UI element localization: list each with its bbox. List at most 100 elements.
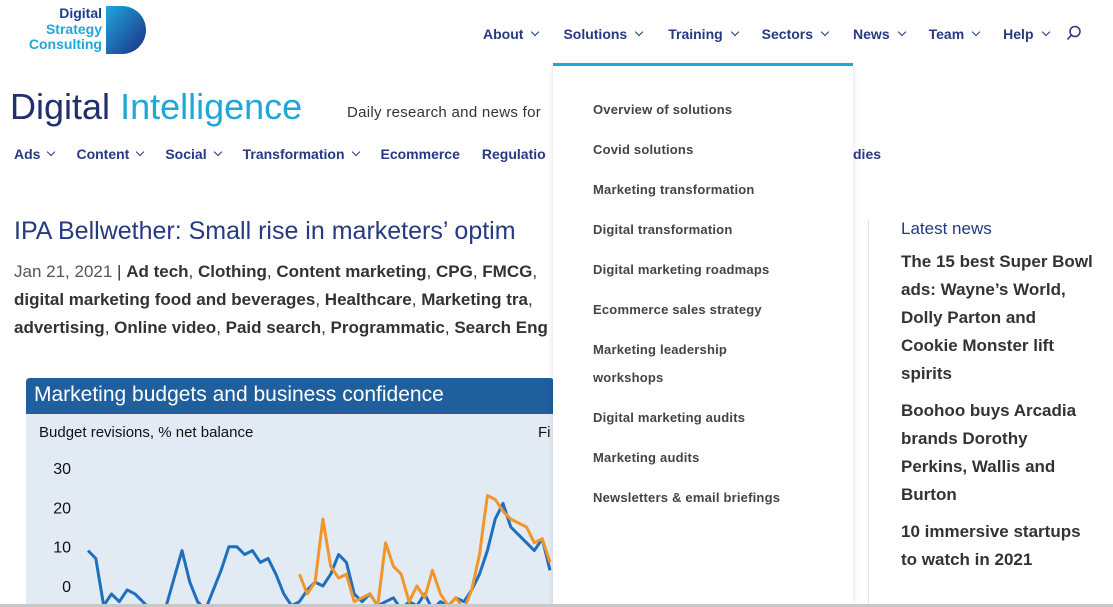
subnav-item-label: Social <box>165 146 207 162</box>
tag-separator: , <box>315 290 325 309</box>
nav-item-label: Sectors <box>761 26 814 42</box>
section-brand-title[interactable]: Digital Intelligence <box>10 86 302 128</box>
subnav-item-ecommerce[interactable]: Ecommerce <box>381 146 460 162</box>
logo-line-3: Consulting <box>28 36 102 52</box>
y-tick-label: 10 <box>53 540 71 557</box>
search-icon[interactable] <box>1066 25 1082 41</box>
nav-item-label: Training <box>668 26 723 42</box>
chevron-down-icon <box>213 147 222 157</box>
logo-line-1: Digital <box>59 5 102 21</box>
dropdown-item-digital-transformation[interactable]: Digital transformation <box>593 216 783 244</box>
article-chart-image: Marketing budgets and business confidenc… <box>26 378 554 607</box>
article-tag-link[interactable]: CPG <box>436 262 473 281</box>
dropdown-item-digital-marketing-audits[interactable]: Digital marketing audits <box>593 404 783 432</box>
subnav-item-regulatio[interactable]: Regulatio <box>482 146 546 162</box>
nav-item-sectors[interactable]: Sectors <box>761 24 830 44</box>
latest-news-item[interactable]: 10 immersive startups to watch in 2021 <box>901 518 1096 574</box>
category-navigation: Ads Content Social Transformation Ecommerce R… <box>14 146 568 162</box>
article-meta: Jan 21, 2021 | Ad tech, Clothing, Conten… <box>14 258 574 342</box>
chevron-down-icon <box>971 27 981 37</box>
sidebar-divider <box>868 220 869 607</box>
article-tag-link[interactable]: Online video <box>114 318 216 337</box>
brand-tagline: Daily research and news for <box>347 104 542 121</box>
nav-item-label: News <box>853 26 890 42</box>
tag-separator: , <box>472 262 483 281</box>
y-tick-label: 30 <box>53 461 71 478</box>
nav-item-news[interactable]: News <box>853 24 906 44</box>
chevron-down-icon <box>897 27 906 37</box>
nav-item-about[interactable]: About <box>483 24 540 44</box>
latest-news-list: The 15 best Super Bowl ads: Wayne’s Worl… <box>901 248 1096 583</box>
chevron-down-icon <box>1041 27 1050 37</box>
tag-separator: , <box>527 290 533 309</box>
nav-item-label: Solutions <box>563 26 628 42</box>
brand-word-digital: Digital <box>10 86 111 127</box>
dropdown-item-overview-of-solutions[interactable]: Overview of solutions <box>593 96 783 124</box>
dropdown-item-marketing-transformation[interactable]: Marketing transformation <box>593 176 783 204</box>
article-tag-link[interactable]: Marketing tra <box>421 290 528 309</box>
tag-separator: , <box>188 262 198 281</box>
subnav-item-label: Ecommerce <box>380 146 460 162</box>
latest-news-item[interactable]: The 15 best Super Bowl ads: Wayne’s Worl… <box>901 248 1096 388</box>
subnav-item-label: Transformation <box>242 146 345 162</box>
tag-separator: , <box>411 290 422 309</box>
chevron-down-icon <box>351 147 360 157</box>
tag-separator: , <box>216 318 226 337</box>
nav-item-solutions[interactable]: Solutions <box>563 24 644 44</box>
dropdown-item-digital-marketing-roadmaps[interactable]: Digital marketing roadmaps <box>593 256 783 284</box>
tag-separator: , <box>104 318 115 337</box>
article-title[interactable]: IPA Bellwether: Small rise in marketers’… <box>14 217 516 246</box>
dropdown-item-marketing-leadership-workshops[interactable]: Marketing leadership workshops <box>593 336 783 392</box>
article-date: Jan 21, 2021 <box>14 262 113 281</box>
tag-separator: , <box>426 262 436 281</box>
solutions-dropdown-menu: Overview of solutions Covid solutions Mark… <box>553 63 853 607</box>
article-tag-link[interactable]: Clothing <box>198 262 267 281</box>
subnav-item-content[interactable]: Content <box>76 146 145 162</box>
nav-item-label: Team <box>928 26 965 42</box>
tag-separator: , <box>444 318 455 337</box>
article-tag-link[interactable]: Healthcare <box>325 290 412 309</box>
subnav-item-label: Ads <box>14 146 41 162</box>
article-tag-link[interactable]: advertising <box>14 318 105 337</box>
site-logo[interactable]: Digital Strategy Consulting <box>16 5 148 56</box>
subnav-item-social[interactable]: Social <box>165 146 222 162</box>
subnav-item-transformation[interactable]: Transformation <box>242 146 360 162</box>
tag-separator: , <box>532 262 538 281</box>
logo-line-2: Strategy <box>45 20 102 37</box>
subnav-item-label: Content <box>76 146 130 162</box>
chevron-down-icon <box>730 27 739 37</box>
dropdown-item-marketing-audits[interactable]: Marketing audits <box>593 444 783 472</box>
chevron-down-icon <box>136 147 145 157</box>
main-navigation: About Solutions Training Sectors News Team Hel… <box>483 24 1050 44</box>
brand-word-intelligence: Intelligence <box>120 86 303 127</box>
chevron-down-icon <box>820 27 830 37</box>
article-tag-link[interactable]: Content marketing <box>276 262 426 281</box>
logo-text: Digital Strategy Consulting <box>16 5 102 53</box>
tag-separator: , <box>266 262 277 281</box>
nav-item-help[interactable]: Help <box>1003 24 1050 44</box>
dropdown-item-newsletters-email-briefings[interactable]: Newsletters & email briefings <box>593 484 783 512</box>
nav-item-label: Help <box>1003 26 1034 42</box>
chevron-down-icon <box>47 147 56 157</box>
subnav-item-case-studies[interactable]: dies <box>853 146 881 162</box>
article-tag-link[interactable]: digital marketing food and beverages <box>14 290 315 309</box>
article-tag-link[interactable]: FMCG <box>482 262 532 281</box>
y-tick-label: 20 <box>53 500 71 517</box>
subnav-item-ads[interactable]: Ads <box>14 146 56 162</box>
logo-d-mark-icon <box>106 6 146 54</box>
meta-separator: | <box>112 262 127 281</box>
chart-plot: 30 20 10 0 <box>53 461 552 607</box>
article-tag-link[interactable]: Ad tech <box>126 262 188 281</box>
subnav-item-label: Regulatio <box>481 146 546 162</box>
article-tag-link[interactable]: Programmatic <box>331 318 445 337</box>
article-tag-link[interactable]: Search Eng <box>454 318 548 337</box>
latest-news-heading: Latest news <box>901 219 992 238</box>
nav-item-team[interactable]: Team <box>928 24 981 44</box>
nav-item-training[interactable]: Training <box>668 24 739 44</box>
y-tick-label: 0 <box>62 579 71 596</box>
dropdown-item-ecommerce-sales-strategy[interactable]: Ecommerce sales strategy <box>593 296 783 324</box>
latest-news-item[interactable]: Boohoo buys Arcadia brands Dorothy Perki… <box>901 397 1096 509</box>
dropdown-item-covid-solutions[interactable]: Covid solutions <box>593 136 783 164</box>
article-tag-link[interactable]: Paid search <box>226 318 321 337</box>
chart-series-line-2 <box>298 494 552 607</box>
